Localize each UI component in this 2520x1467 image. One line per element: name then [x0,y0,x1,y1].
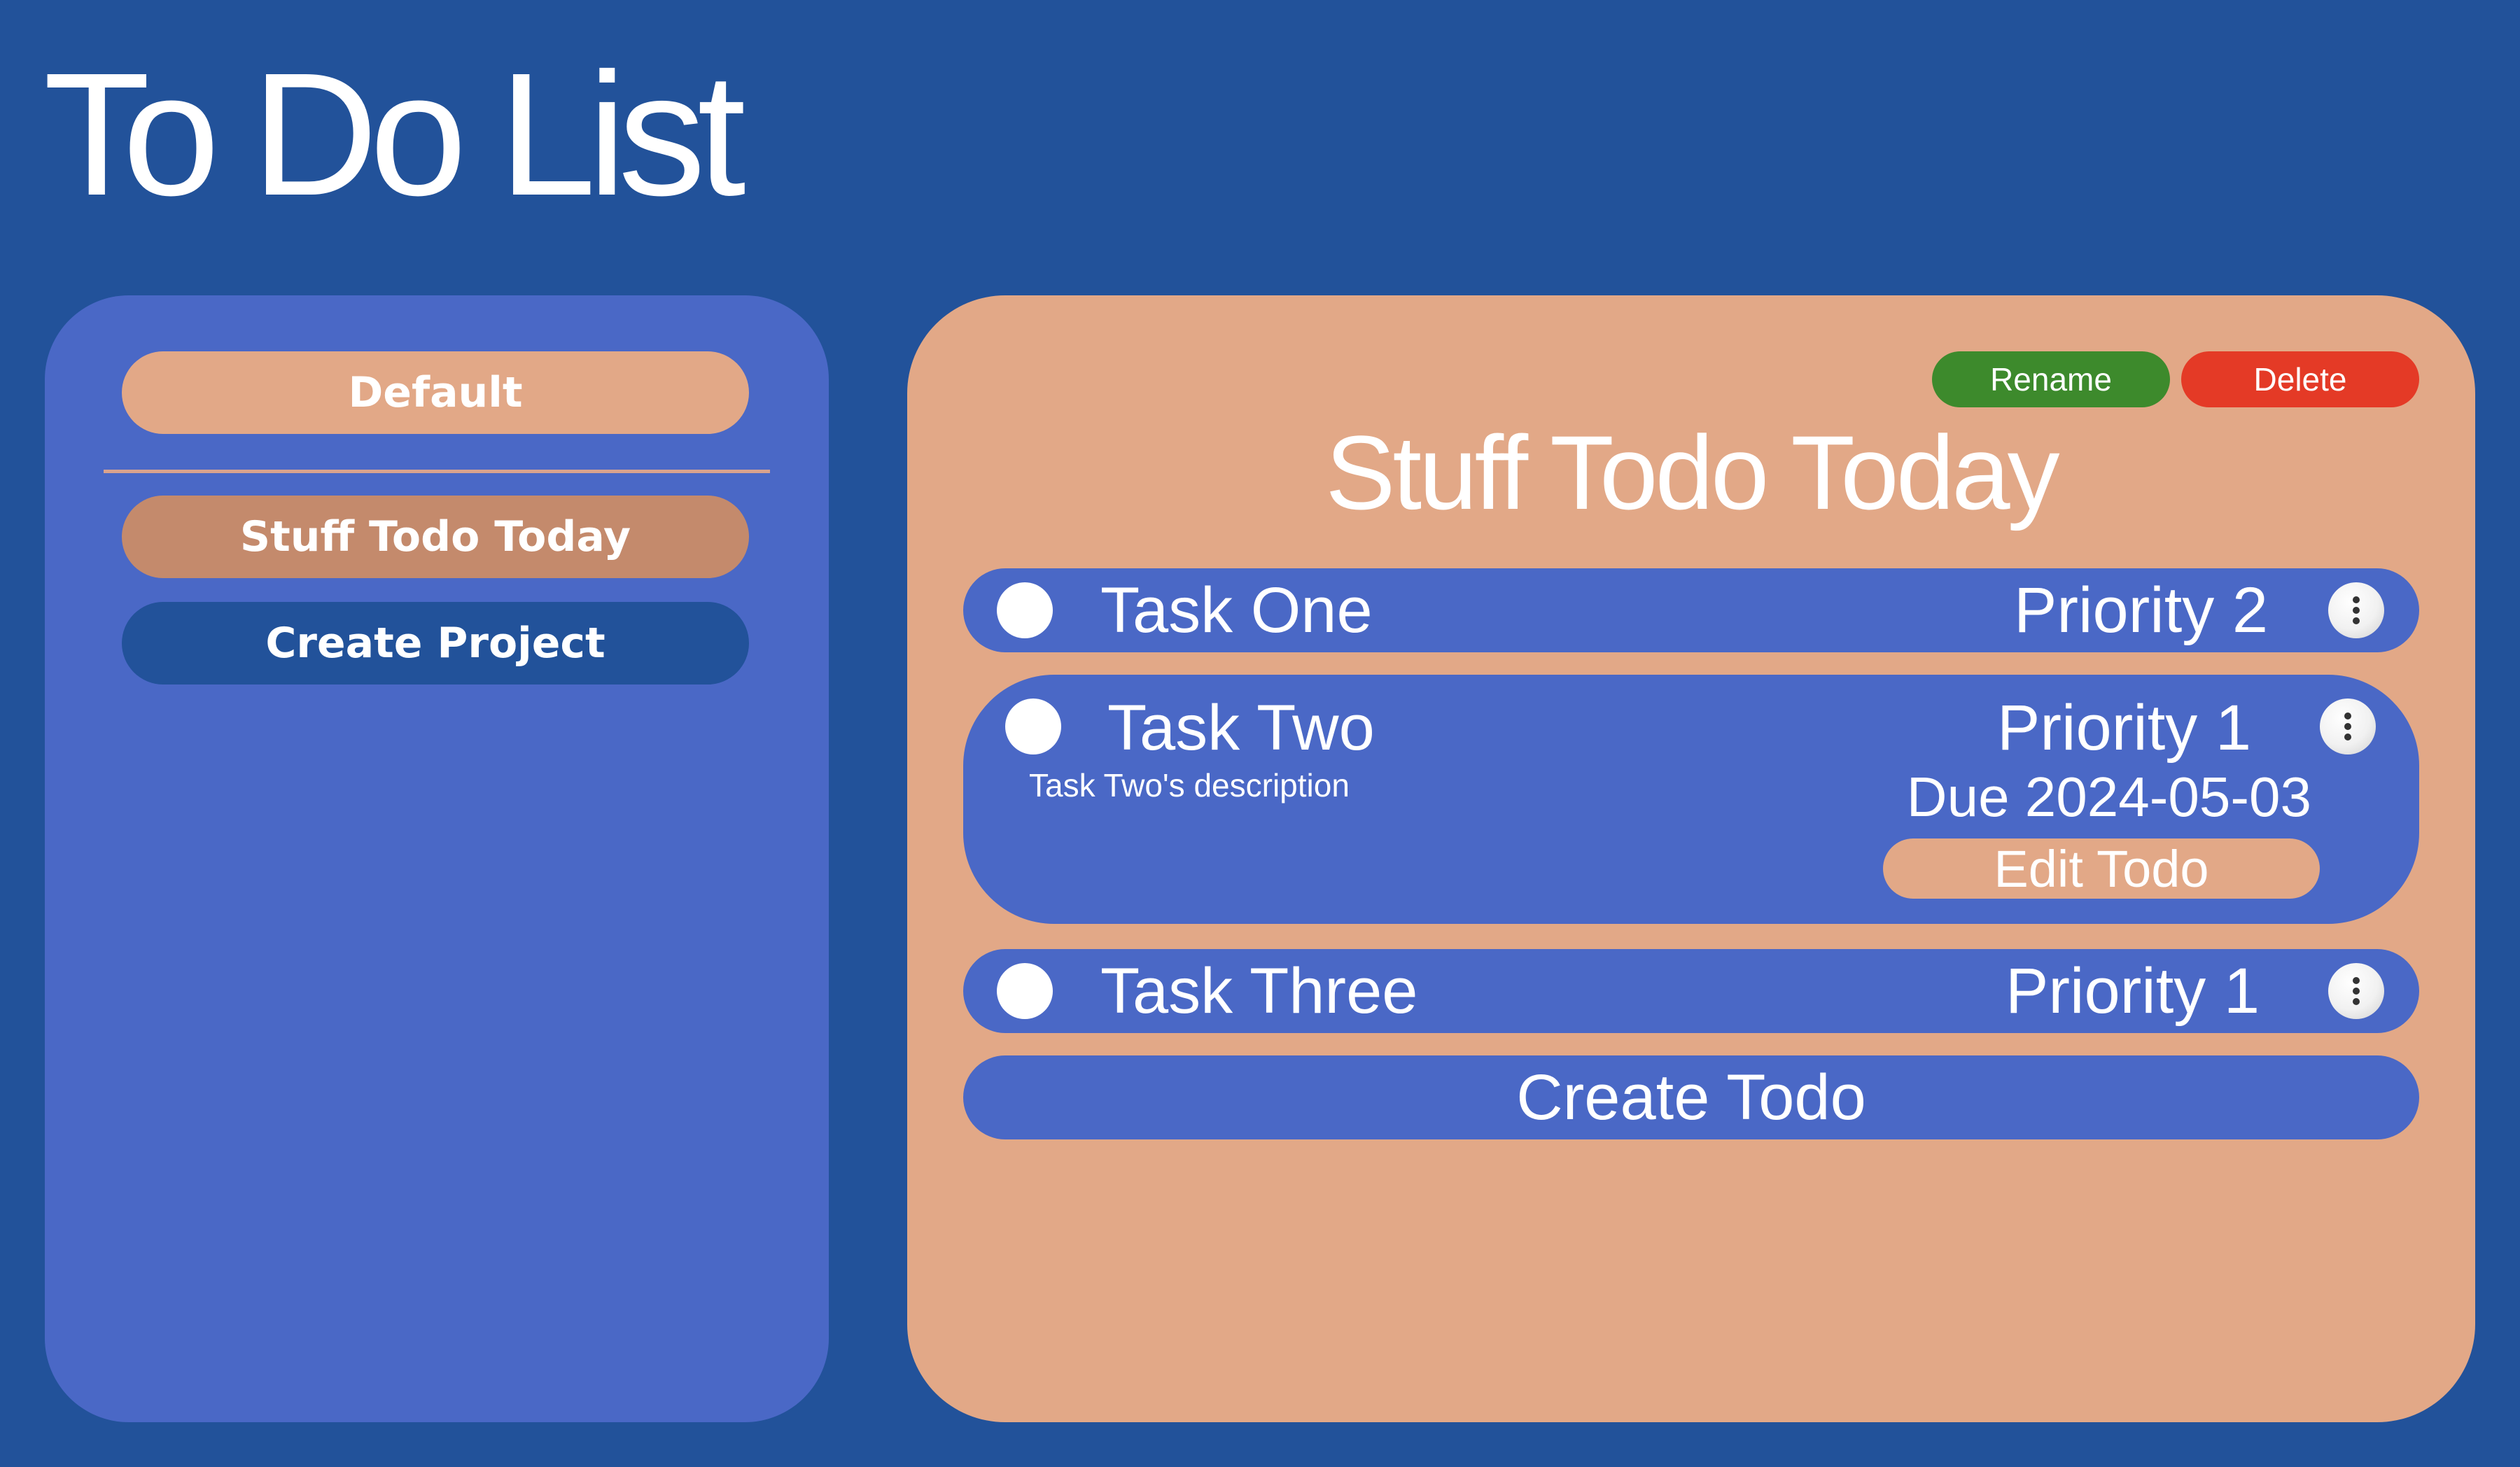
todo-item[interactable]: Task Three Priority 1 [963,949,2419,1033]
create-todo-button[interactable]: Create Todo [963,1055,2419,1139]
app-title: To Do List [43,36,746,232]
complete-checkbox-icon[interactable] [997,582,1053,638]
todo-name: Task Two [1107,692,1375,764]
complete-checkbox-icon[interactable] [1005,699,1061,754]
project-title: Stuff Todo Today [1325,414,2059,531]
todo-item-expanded[interactable]: Task Two Priority 1 Task Two's descripti… [963,675,2419,924]
todo-priority: Priority 1 [2005,955,2260,1027]
create-project-button[interactable]: Create Project [122,602,749,685]
todo-priority: Priority 2 [2014,575,2268,646]
project-button-stuff-todo-today[interactable]: Stuff Todo Today [122,496,749,578]
project-sidebar: Default Stuff Todo Today Create Project [45,295,829,1422]
complete-checkbox-icon[interactable] [997,963,1053,1019]
kebab-menu-icon[interactable] [2328,582,2384,638]
todo-item[interactable]: Task One Priority 2 [963,568,2419,652]
todo-name: Task One [1100,575,1373,646]
rename-project-button[interactable]: Rename [1932,351,2170,407]
todo-priority: Priority 1 [1997,692,2251,764]
project-button-default[interactable]: Default [122,351,749,434]
kebab-menu-icon[interactable] [2328,963,2384,1019]
todo-description: Task Two's description [1029,767,1350,803]
project-panel: Rename Delete Stuff Todo Today Task One … [907,295,2475,1422]
delete-project-button[interactable]: Delete [2181,351,2419,407]
sidebar-divider [104,470,770,473]
todo-name: Task Three [1100,955,1418,1027]
todo-due-date: Due 2024-05-03 [1906,766,2311,828]
kebab-menu-icon[interactable] [2320,699,2376,754]
edit-todo-button[interactable]: Edit Todo [1883,838,2320,899]
